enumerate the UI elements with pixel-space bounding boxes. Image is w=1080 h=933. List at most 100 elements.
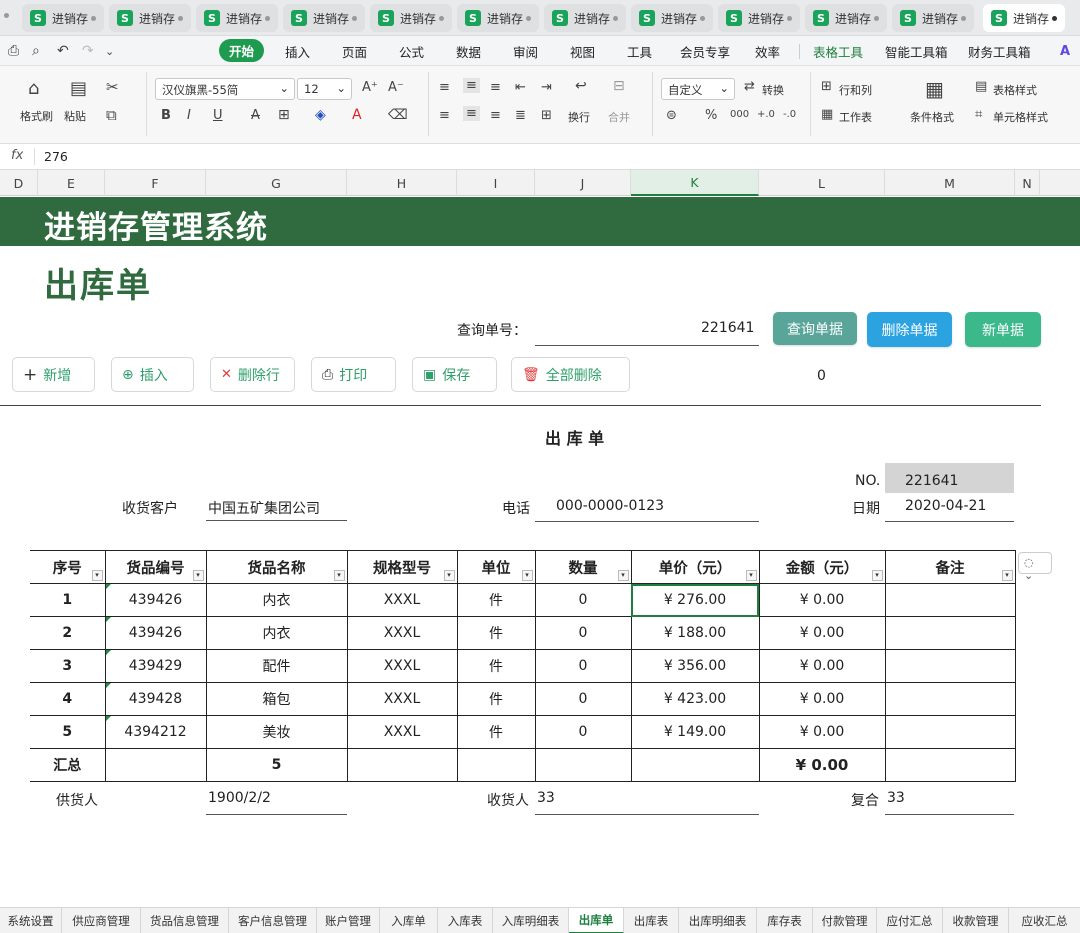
date-value[interactable]: 2020-04-21 — [905, 498, 986, 514]
sheet-tab[interactable]: 付款管理 — [813, 908, 877, 933]
tab-close-icon[interactable] — [178, 15, 183, 21]
cell-unit[interactable]: 件 — [456, 616, 536, 650]
menu-data[interactable]: 数据 — [456, 42, 481, 61]
cell-note[interactable] — [884, 682, 1016, 716]
cell-code[interactable]: 439428 — [104, 682, 207, 716]
filter-dropdown-icon[interactable]: ▾ — [192, 570, 204, 581]
cell-name[interactable]: 内衣 — [205, 616, 348, 650]
align-top-icon[interactable]: ≡ — [439, 80, 450, 95]
cell-code[interactable]: 439426 — [104, 616, 207, 650]
column-header-J[interactable]: J — [535, 170, 631, 196]
increase-font-icon[interactable]: A⁺ — [362, 80, 378, 95]
query-button[interactable]: 查询单据 — [773, 312, 857, 345]
worksheet-icon[interactable]: ▦ — [821, 107, 833, 122]
menu-formula[interactable]: 公式 — [399, 42, 424, 61]
delete-row-button[interactable]: ✕ 删除行 — [210, 357, 295, 392]
cell-name[interactable]: 内衣 — [205, 583, 348, 617]
doc-tab[interactable]: S 进销存 — [892, 4, 974, 32]
menu-home[interactable]: 开始 — [219, 39, 265, 62]
sheet-tab[interactable]: 收款管理 — [943, 908, 1009, 933]
cell-code[interactable]: 4394212 — [104, 715, 207, 749]
align-middle-icon[interactable]: ≡ — [463, 78, 480, 93]
wrap-label[interactable]: 换行 — [568, 109, 590, 125]
print-button[interactable]: ⎙ 打印 — [311, 357, 396, 392]
wrap-icon[interactable]: ↩ — [575, 78, 587, 94]
cell-name[interactable]: 美妆 — [205, 715, 348, 749]
convert-label[interactable]: 转换 — [762, 82, 784, 98]
cell-spec[interactable]: XXXL — [346, 583, 458, 617]
decrease-font-icon[interactable]: A⁻ — [388, 80, 404, 95]
cell-note[interactable] — [884, 583, 1016, 617]
column-header-H[interactable]: H — [347, 170, 457, 196]
indent-increase-icon[interactable]: ⇥ — [541, 80, 552, 95]
worksheet-label[interactable]: 工作表 — [839, 109, 872, 125]
thousands-icon[interactable]: 000 — [730, 109, 749, 120]
summary-empty[interactable] — [630, 748, 760, 782]
percent-icon[interactable]: % — [705, 108, 717, 123]
cell-amount[interactable]: ¥ 0.00 — [758, 616, 886, 650]
receiver-value[interactable]: 33 — [537, 790, 555, 806]
sheet-tab[interactable]: 应收汇总 — [1009, 908, 1080, 933]
column-header-L[interactable]: L — [759, 170, 885, 196]
sheet-tab[interactable]: 出库明细表 — [679, 908, 757, 933]
filter-dropdown-icon[interactable]: ▾ — [91, 570, 103, 581]
cell-unit[interactable]: 件 — [456, 583, 536, 617]
align-center-icon[interactable]: ≡ — [463, 106, 480, 121]
cond-format-label[interactable]: 条件格式 — [910, 109, 954, 125]
doc-tab[interactable]: S 进销存 — [457, 4, 539, 32]
undo-icon[interactable]: ↶ — [57, 43, 69, 59]
cell-qty[interactable]: 0 — [534, 649, 632, 683]
row-col-icon[interactable]: ⊞ — [821, 79, 832, 94]
cell-seq[interactable]: 3 — [30, 649, 106, 683]
cell-price[interactable]: ¥ 149.00 — [630, 715, 760, 749]
cell-unit[interactable]: 件 — [456, 682, 536, 716]
summary-empty[interactable] — [456, 748, 536, 782]
format-painter-label[interactable]: 格式刷 — [20, 108, 53, 124]
filter-dropdown-icon[interactable]: ▾ — [871, 570, 883, 581]
number-format-select[interactable]: 自定义 ⌄ — [661, 78, 735, 100]
strikethrough-icon[interactable]: A — [251, 108, 260, 123]
align-left-icon[interactable]: ≡ — [439, 108, 450, 123]
tab-close-icon[interactable] — [1052, 15, 1057, 21]
italic-icon[interactable]: I — [187, 108, 191, 123]
tab-close-icon[interactable] — [874, 15, 879, 21]
merge-label[interactable]: 合并 — [608, 109, 630, 125]
column-header-N[interactable]: N — [1015, 170, 1040, 196]
copy-icon[interactable]: ⧉ — [106, 106, 117, 124]
menu-insert[interactable]: 插入 — [285, 42, 310, 61]
delete-record-button[interactable]: 删除单据 — [867, 312, 952, 347]
header-note[interactable]: 备注 ▾ — [884, 550, 1016, 584]
increase-decimal-icon[interactable]: +.0 — [757, 109, 775, 120]
summary-empty[interactable] — [534, 748, 632, 782]
header-code[interactable]: 货品编号 ▾ — [104, 550, 207, 584]
menu-efficiency[interactable]: 效率 — [755, 42, 780, 61]
align-bottom-icon[interactable]: ≡ — [490, 80, 501, 95]
sheet-tab[interactable]: 系统设置 — [0, 908, 62, 933]
add-button[interactable]: + 新增 — [12, 357, 95, 392]
convert-icon[interactable]: ⇄ — [744, 79, 755, 94]
lightbulb-icon[interactable]: ◌ ⌄ — [1018, 552, 1052, 582]
menu-page[interactable]: 页面 — [342, 42, 367, 61]
cell-seq[interactable]: 2 — [30, 616, 106, 650]
cell-qty[interactable]: 0 — [534, 715, 632, 749]
fx-icon[interactable]: fx — [11, 148, 23, 163]
column-header-E[interactable]: E — [38, 170, 105, 196]
table-style-label[interactable]: 表格样式 — [993, 82, 1037, 98]
sheet-tab[interactable]: 账户管理 — [317, 908, 380, 933]
delete-all-button[interactable]: 🗑 全部删除 — [511, 357, 630, 392]
filter-dropdown-icon[interactable]: ▾ — [521, 570, 533, 581]
print-preview-icon[interactable]: ⌕ — [32, 43, 40, 59]
cell-code[interactable]: 439429 — [104, 649, 207, 683]
tab-close-icon[interactable] — [961, 15, 966, 21]
paste-icon[interactable]: ▤ — [70, 78, 87, 99]
cell-spec[interactable]: XXXL — [346, 715, 458, 749]
cell-qty[interactable]: 0 — [534, 583, 632, 617]
decrease-decimal-icon[interactable]: -.0 — [783, 109, 796, 120]
cell-seq[interactable]: 4 — [30, 682, 106, 716]
cell-amount[interactable]: ¥ 0.00 — [758, 715, 886, 749]
filter-dropdown-icon[interactable]: ▾ — [333, 570, 345, 581]
sheet-tab[interactable]: 出库表 — [624, 908, 679, 933]
doc-tab-active[interactable]: S 进销存 — [983, 4, 1065, 32]
cell-qty[interactable]: 0 — [534, 682, 632, 716]
phone-value[interactable]: 000-0000-0123 — [556, 498, 664, 514]
